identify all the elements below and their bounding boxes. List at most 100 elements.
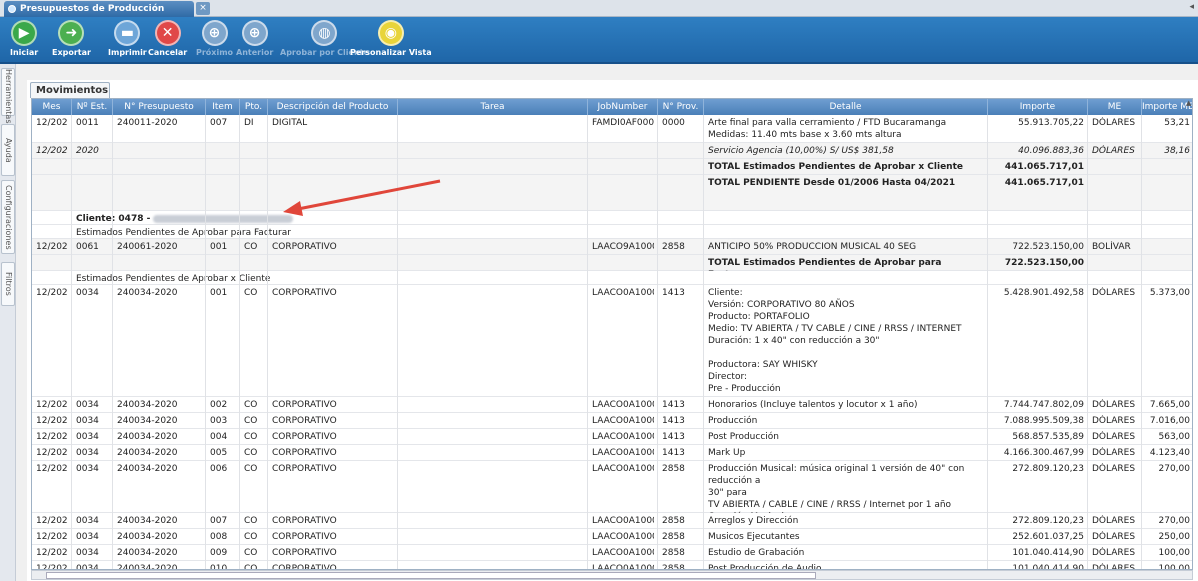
cell-job: LAACO0A10001 — [592, 416, 654, 426]
table-row[interactable]: 12/2020 0034 240034-2020 010 CO CORPORATIVO LA… — [32, 561, 1192, 570]
title-bar: Presupuestos de Producción Pen... × ◂ — [0, 0, 1198, 30]
cancelar-button[interactable]: ✕ Cancelar — [148, 20, 187, 57]
scroll-up-icon[interactable]: ▲ — [1186, 99, 1193, 109]
cell-prov: 2858 — [662, 242, 685, 252]
document-tab[interactable]: Presupuestos de Producción Pen... — [4, 1, 194, 30]
column-header[interactable]: Tarea — [398, 99, 588, 115]
cell-est: 2020 — [76, 146, 99, 156]
cell-importe_me: 7.016,00 — [1149, 416, 1190, 426]
exportar-button[interactable]: ➜ Exportar — [52, 20, 91, 57]
imprimir-button[interactable]: ▬ Imprimir — [108, 20, 147, 57]
cell-est: 0034 — [76, 548, 99, 558]
total-row[interactable]: TOTAL Estimados Pendientes de Aprobar pa… — [32, 255, 1192, 280]
anterior-button[interactable]: ⊕ Anterior — [236, 20, 273, 57]
total-row[interactable]: TOTAL PENDIENTE Desde 01/2006 Hasta 04/2… — [32, 175, 1192, 211]
cell-item: 007 — [210, 118, 228, 128]
table-row[interactable]: 12/2020 0061 240061-2020 001 CO CORPORATIVO LA… — [32, 239, 1192, 255]
column-header[interactable]: Detalle — [704, 99, 988, 115]
approve-icon: ◍ — [311, 20, 338, 46]
cell-detalle: Post Producción — [708, 432, 779, 442]
cell-detalle: Estudio de Grabación — [708, 548, 805, 558]
close-tab-button[interactable]: × — [196, 2, 210, 15]
column-header[interactable]: Mes — [32, 99, 72, 115]
table-row[interactable]: 12/2020 2020 Servicio Agencia (10,00%) S/ … — [32, 143, 1192, 159]
cell-pto: CO — [244, 416, 258, 426]
cell-detalle: Arreglos y Dirección — [708, 516, 799, 526]
scrollbar-thumb[interactable] — [46, 572, 816, 579]
iniciar-button[interactable]: ▶ Iniciar — [10, 20, 38, 57]
cell-pto: CO — [244, 532, 258, 542]
group-label: Estimados Pendientes de Aprobar x Client… — [76, 274, 271, 284]
collapse-icon[interactable]: ◂ — [1189, 2, 1194, 12]
cell-importe: 272.809.120,23 — [1012, 464, 1084, 474]
cell-importe_me: 4.123,40 — [1149, 448, 1190, 458]
cell-pres: 240034-2020 — [117, 288, 178, 298]
cell-mes: 12/2020 — [36, 548, 68, 558]
side-panel: Herramientas Ayuda Configuraciones Filtros — [0, 64, 16, 581]
redacted-client-name — [153, 214, 294, 223]
button-label: Imprimir — [108, 48, 147, 57]
cell-job: LAACO9A10001 — [592, 242, 654, 252]
próximo-button[interactable]: ⊕ Próximo — [196, 20, 233, 57]
cell-job: LAACO0A10001 — [592, 464, 654, 474]
cell-importe_me: 250,00 — [1158, 532, 1191, 542]
cell-pres: 240034-2020 — [117, 532, 178, 542]
group-row[interactable]: Estimados Pendientes de Aprobar para Fac… — [32, 225, 1192, 239]
table-row[interactable]: 12/2020 0034 240034-2020 007 CO CORPORATIVO LA… — [32, 513, 1192, 529]
cell-importe_me: 38,16 — [1164, 146, 1190, 156]
group-row[interactable]: Cliente: 0478 - — [32, 211, 1192, 225]
personalizar-vista-button[interactable]: ◉ Personalizar Vista — [350, 20, 432, 57]
cell-prov: 2858 — [662, 532, 685, 542]
cell-desc: CORPORATIVO — [272, 548, 337, 558]
table-row[interactable]: 12/2020 0034 240034-2020 009 CO CORPORATIVO LA… — [32, 545, 1192, 561]
export-icon: ➜ — [58, 20, 85, 46]
cell-importe: 55.913.705,22 — [1018, 118, 1084, 128]
column-header[interactable]: Pto. — [240, 99, 268, 115]
cell-pto: CO — [244, 242, 258, 252]
group-row[interactable]: Estimados Pendientes de Aprobar x Client… — [32, 271, 1192, 285]
column-header[interactable]: N° Prov. — [658, 99, 704, 115]
cell-prov: 1413 — [662, 288, 685, 298]
table-row[interactable]: 12/2020 0034 240034-2020 008 CO CORPORATIVO LA… — [32, 529, 1192, 545]
sidebar-tab-configuraciones[interactable]: Configuraciones — [1, 180, 15, 254]
column-divider — [1087, 115, 1088, 569]
cell-est: 0034 — [76, 516, 99, 526]
column-header[interactable]: N° Presupuesto — [113, 99, 206, 115]
table-row[interactable]: 12/2020 0034 240034-2020 006 CO CORPORATIVO LA… — [32, 461, 1192, 522]
cell-mes: 12/2020 — [36, 432, 68, 442]
total-row[interactable]: TOTAL Estimados Pendientes de Aprobar x … — [32, 159, 1192, 175]
cell-importe: 441.065.717,01 — [1004, 178, 1084, 188]
cell-importe: 7.744.747.802,09 — [1003, 400, 1084, 410]
cell-importe: 4.166.300.467,99 — [1003, 448, 1084, 458]
cell-mes: 12/2020 — [36, 288, 68, 298]
sidebar-tab-herramientas[interactable]: Herramientas — [1, 68, 15, 124]
cell-importe_me: 100,00 — [1158, 564, 1191, 570]
table-row[interactable]: 12/2020 0034 240034-2020 005 CO CORPORATIVO LA… — [32, 445, 1192, 461]
column-header[interactable]: Nº Est. — [72, 99, 113, 115]
cell-detalle: Honorarios (Incluye talentos y locutor x… — [708, 400, 918, 410]
cell-desc: CORPORATIVO — [272, 432, 337, 442]
column-header[interactable]: Item — [206, 99, 240, 115]
table-row[interactable]: 12/2020 0034 240034-2020 003 CO CORPORATIVO LA… — [32, 413, 1192, 429]
column-header[interactable]: JobNumber — [588, 99, 658, 115]
group-cell: Estimados Pendientes de Aprobar para Fac… — [76, 227, 676, 239]
column-header[interactable]: ME — [1088, 99, 1142, 115]
button-label: Cancelar — [148, 48, 188, 57]
sidebar-tab-filtros[interactable]: Filtros — [1, 262, 15, 306]
cell-est: 0034 — [76, 448, 99, 458]
cell-pto: CO — [244, 432, 258, 442]
cell-desc: CORPORATIVO — [272, 242, 337, 252]
column-header[interactable]: Importe — [988, 99, 1088, 115]
sidebar-tab-ayuda[interactable]: Ayuda — [1, 124, 15, 176]
cell-pto: CO — [244, 288, 258, 298]
horizontal-scrollbar[interactable] — [31, 570, 1193, 580]
tab-movimientos[interactable]: Movimientos — [30, 82, 110, 98]
column-header[interactable]: Descripción del Producto — [268, 99, 398, 115]
cell-me: DÓLARES — [1092, 400, 1136, 410]
cell-pto: CO — [244, 448, 258, 458]
table-row[interactable]: 12/2020 0034 240034-2020 004 CO CORPORATIVO LA… — [32, 429, 1192, 445]
button-label: Personalizar Vista — [350, 48, 432, 57]
table-row[interactable]: 12/2020 0034 240034-2020 001 CO CORPORATIVO LA… — [32, 285, 1192, 397]
table-row[interactable]: 12/2020 0011 240011-2020 007 DI DIGITAL FAMDI0… — [32, 115, 1192, 143]
table-row[interactable]: 12/2020 0034 240034-2020 002 CO CORPORATIVO LA… — [32, 397, 1192, 413]
